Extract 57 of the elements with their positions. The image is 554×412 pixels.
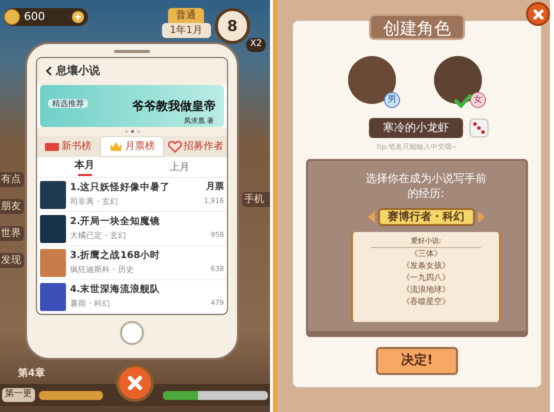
ranking-tab[interactable]: 招募作者 — [164, 136, 227, 158]
pen-name-field[interactable]: 寒冷的小龙虾 — [369, 118, 463, 138]
side-menu-item[interactable]: 手机 — [242, 192, 270, 207]
favorite-novel: 《吞噬星空》 — [402, 296, 450, 308]
app-title: 息壤小说 — [56, 63, 100, 80]
coin-icon — [4, 9, 20, 25]
gender-badge: 女 — [470, 92, 486, 108]
day-number: 8 — [227, 16, 238, 37]
side-menu-item[interactable]: 朋友 — [0, 199, 24, 214]
confirm-button[interactable]: 决定! — [376, 346, 458, 374]
experience-question: 选择你在成为小说写手前的经历: — [364, 170, 488, 200]
banner-title: 爷爷教我做皇帝 — [132, 98, 216, 115]
phone-speaker — [114, 50, 150, 53]
avatar-icon — [434, 56, 482, 104]
favorite-novel: 《三体》 — [410, 248, 442, 260]
crown-icon — [109, 141, 123, 152]
heart-outline-icon — [168, 140, 182, 153]
book-meta: 薯雨・科幻 — [70, 298, 110, 310]
close-icon — [127, 375, 143, 391]
month-tab[interactable]: 上月 — [132, 157, 227, 177]
featured-badge: 精选推荐 — [48, 98, 88, 108]
dice-icon[interactable] — [469, 118, 489, 138]
speed-multiplier[interactable]: X2 — [246, 38, 266, 52]
gender-badge: 男 — [384, 92, 400, 108]
side-menu-item[interactable]: 发现 — [0, 253, 24, 268]
update-label: 第一更 — [2, 388, 35, 402]
book-title: 4.末世深海流浪舰队 — [70, 283, 160, 298]
add-coins-button[interactable] — [72, 11, 84, 23]
book-meta: 司非离・玄幻 — [70, 196, 118, 208]
book-meta: 疯狂迪斯科・历史 — [70, 264, 134, 276]
energy-bar — [39, 390, 103, 400]
close-button[interactable] — [526, 2, 550, 26]
experience-selector[interactable]: 赛博行者・科幻 — [378, 208, 474, 226]
close-icon — [532, 8, 544, 20]
new-tag-icon — [45, 142, 60, 151]
ranking-tab[interactable]: 月票榜 — [100, 136, 164, 158]
check-icon — [454, 94, 472, 108]
back-icon[interactable] — [45, 66, 52, 76]
votes-column-label: 月票 — [206, 181, 224, 194]
side-menu-item[interactable]: 有点 — [0, 172, 24, 187]
favorite-novel: 《发条女孩》 — [402, 260, 450, 272]
close-button[interactable] — [116, 364, 154, 402]
avatar-icon — [348, 56, 396, 104]
chapter-label: 第4章 — [18, 368, 45, 380]
favorite-novel: 《流浪地球》 — [402, 284, 450, 296]
book-title: 3.折鹰之战168小时 — [70, 249, 160, 264]
date-label: 1年1月 — [162, 23, 211, 38]
book-meta: 大橘已定・玄幻 — [70, 230, 126, 242]
book-title: 2.开局一块全知魔镜 — [70, 215, 160, 230]
dialog-title: 创建角色 — [369, 14, 465, 40]
favorite-novel: 《一九四八》 — [402, 272, 450, 284]
mode-tab[interactable]: 普通 — [168, 8, 204, 23]
ranking-tab[interactable]: 新书榜 — [37, 136, 100, 158]
month-tab[interactable]: 本月 — [37, 157, 132, 177]
side-menu-item[interactable]: 世界 — [0, 226, 24, 241]
book-title: 1.这只妖怪好像中暑了 — [70, 181, 170, 196]
coin-amount: 600 — [24, 8, 46, 25]
